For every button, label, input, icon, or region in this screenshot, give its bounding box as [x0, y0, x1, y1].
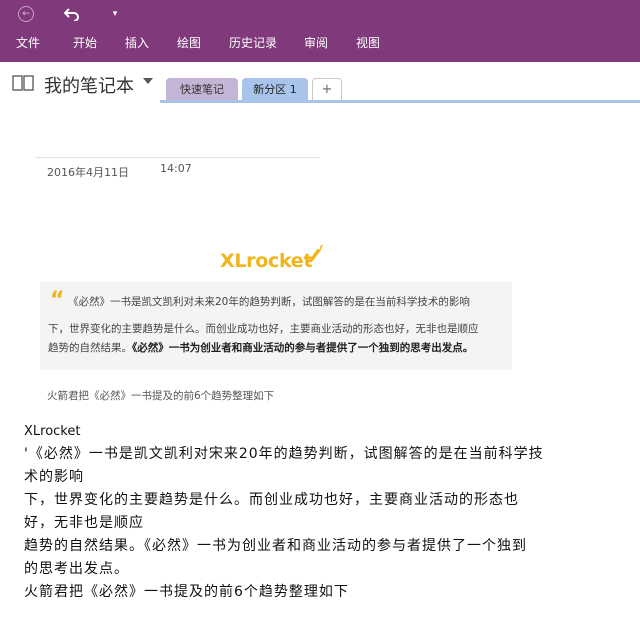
page-date: 2016年4月11日 [47, 166, 129, 179]
tab-new-section-1[interactable]: 新分区 1 [242, 78, 308, 100]
quick-access-toolbar: ← ▾ [0, 4, 200, 26]
text-line: 火箭君把《必然》一书提及的前6个趋势整理如下 [24, 584, 349, 600]
menu-insert[interactable]: 插入 [125, 34, 149, 51]
undo-icon [64, 8, 79, 21]
text-line: 术的影响 [24, 469, 84, 485]
menu-draw[interactable]: 绘图 [177, 34, 201, 51]
page-canvas[interactable]: 2016年4月11日 14:07 XLrocket “ 《必然》一书是凯文凯利对… [0, 102, 640, 633]
chevron-down-icon: ▾ [112, 9, 118, 19]
back-arrow-icon: ← [18, 6, 34, 22]
ribbon: ← ▾ 文件 开始 插入 绘图 历史记录 审阅 视图 [0, 0, 640, 62]
notebook-dropdown-icon[interactable] [143, 78, 153, 84]
menu-review[interactable]: 审阅 [304, 34, 328, 51]
quote-line: 《必然》一书是凯文凯利对未来20年的趋势判断，试图解答的是在当前科学技术的影响 [68, 296, 470, 308]
notebook-bar: 我的笔记本 快速笔记 新分区 1 + [0, 62, 640, 103]
tab-quick-notes[interactable]: 快速笔记 [166, 78, 238, 100]
quote-line: 趋势的自然结果。《必然》一书为创业者和商业活动的参与者提供了一个独到的思考出发点… [48, 342, 474, 354]
quote-block: “ 《必然》一书是凯文凯利对未来20年的趋势判断，试图解答的是在当前科学技术的影… [40, 282, 512, 370]
text-line: '《必然》一书是凯文凯利对宋来20年的趋势判断，试图解答的是在当前科学技 [24, 446, 544, 462]
text-line: XLrocket [24, 424, 81, 439]
add-section-button[interactable]: + [312, 78, 342, 100]
page-title-rule [35, 157, 320, 158]
undo-button[interactable] [62, 4, 82, 24]
back-button[interactable]: ← [16, 4, 36, 24]
quote-bold-text: 《必然》一书为创业者和商业活动的参与者提供了一个独到的思考出发点。 [132, 342, 474, 354]
menu-history[interactable]: 历史记录 [229, 34, 277, 51]
quote-line: 下，世界变化的主要趋势是什么。而创业成功也好，主要商业活动的形态也好，无非也是顺… [48, 323, 479, 335]
menu-view[interactable]: 视图 [356, 34, 380, 51]
text-line: 趋势的自然结果。《必然》一书为创业者和商业活动的参与者提供了一个独到 [24, 538, 527, 554]
menu-home[interactable]: 开始 [73, 34, 97, 51]
notebook-title[interactable]: 我的笔记本 [44, 72, 134, 98]
image-caption: 火箭君把《必然》一书提及的前6个趋势整理如下 [47, 390, 275, 402]
menu-file[interactable]: 文件 [16, 34, 40, 51]
ribbon-menu: 文件 开始 插入 绘图 历史记录 审阅 视图 [0, 34, 640, 54]
notebook-icon[interactable] [12, 75, 34, 91]
pasted-text-block[interactable]: XLrocket '《必然》一书是凯文凯利对宋来20年的趋势判断，试图解答的是在… [24, 420, 634, 604]
text-line: 下，世界变化的主要趋势是什么。而创业成功也好，主要商业活动的形态也 [24, 492, 519, 508]
rocket-icon [305, 244, 323, 265]
customize-toolbar-button[interactable]: ▾ [108, 4, 122, 24]
page-time: 14:07 [160, 162, 192, 175]
logo-text: XLrocket [220, 250, 313, 272]
text-line: 好，无非也是顺应 [24, 515, 144, 531]
text-line: 的思考出发点。 [24, 561, 129, 577]
xlrocket-logo: XLrocket [220, 242, 330, 276]
quote-mark: “ [50, 288, 65, 313]
